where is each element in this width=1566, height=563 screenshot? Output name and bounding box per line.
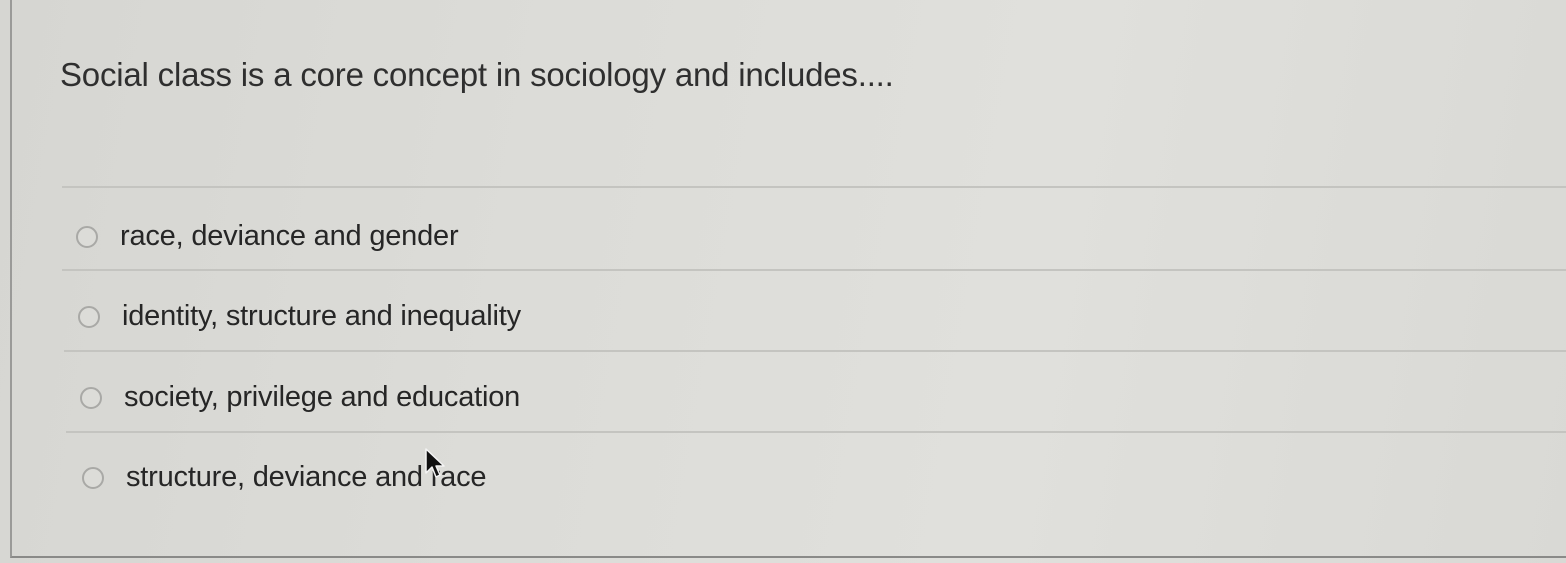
divider-top [62,186,1566,188]
answer-option-1[interactable]: race, deviance and gender [76,220,459,253]
radio-button-1[interactable] [76,225,98,248]
divider-3 [66,431,1566,433]
question-prompt: Social class is a core concept in sociol… [60,56,894,93]
answer-option-3[interactable]: society, privilege and education [80,381,520,414]
answer-option-label-2: identity, structure and inequality [122,300,521,332]
answer-option-2[interactable]: identity, structure and inequality [78,300,521,333]
divider-2 [64,350,1566,352]
answer-option-label-1: race, deviance and gender [120,220,459,252]
divider-1 [62,269,1566,271]
radio-button-2[interactable] [78,305,100,328]
mouse-pointer-icon [425,448,445,478]
radio-button-3[interactable] [80,386,102,409]
radio-button-4[interactable] [82,466,104,489]
answer-option-label-3: society, privilege and education [124,381,521,413]
